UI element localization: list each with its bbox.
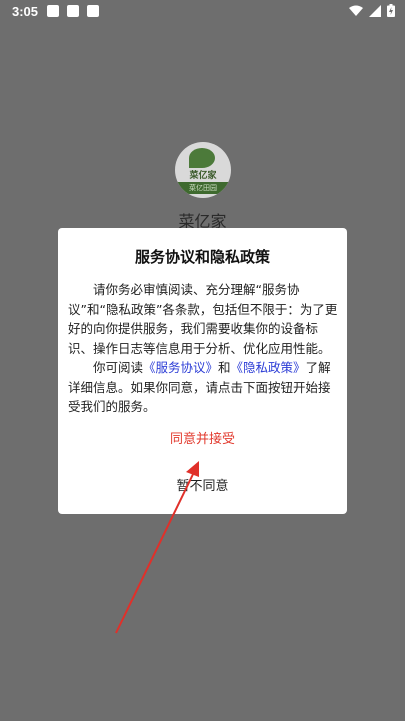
privacy-dialog: 服务协议和隐私政策 请你务必审慎阅读、充分理解“服务协议”和“隐私政策”各条款，…	[58, 228, 347, 514]
notification-icon	[47, 5, 59, 17]
app-logo: 菜亿家 菜亿田园	[175, 142, 231, 198]
logo-text: 菜亿家	[189, 171, 217, 181]
para2-prefix: 你可阅读	[93, 360, 144, 375]
agree-button[interactable]: 同意并接受	[58, 428, 347, 447]
signal-icon	[369, 4, 381, 17]
service-agreement-link[interactable]: 《服务协议》	[143, 360, 218, 375]
notification-icon	[87, 5, 99, 17]
leaf-icon	[189, 148, 215, 168]
dialog-paragraph-2: 你可阅读《服务协议》和《隐私政策》了解详细信息。如果你同意，请点击下面按钮开始接…	[68, 358, 338, 417]
decline-button[interactable]: 暂不同意	[58, 475, 347, 494]
status-time: 3:05	[12, 4, 39, 19]
dialog-title: 服务协议和隐私政策	[134, 248, 270, 266]
privacy-policy-link[interactable]: 《隐私政策》	[231, 360, 306, 375]
logo-band-text: 菜亿田园	[175, 182, 231, 194]
status-bar: 3:05	[0, 0, 405, 24]
dialog-paragraph-1: 请你务必审慎阅读、充分理解“服务协议”和“隐私政策”各条款，包括但不限于：为了更…	[68, 282, 338, 356]
para2-and: 和	[218, 360, 231, 375]
notification-icon	[67, 5, 79, 17]
wifi-icon	[349, 5, 363, 16]
dialog-body: 请你务必审慎阅读、充分理解“服务协议”和“隐私政策”各条款，包括但不限于：为了更…	[68, 280, 338, 417]
system-icons	[349, 4, 395, 17]
battery-icon	[387, 4, 395, 17]
